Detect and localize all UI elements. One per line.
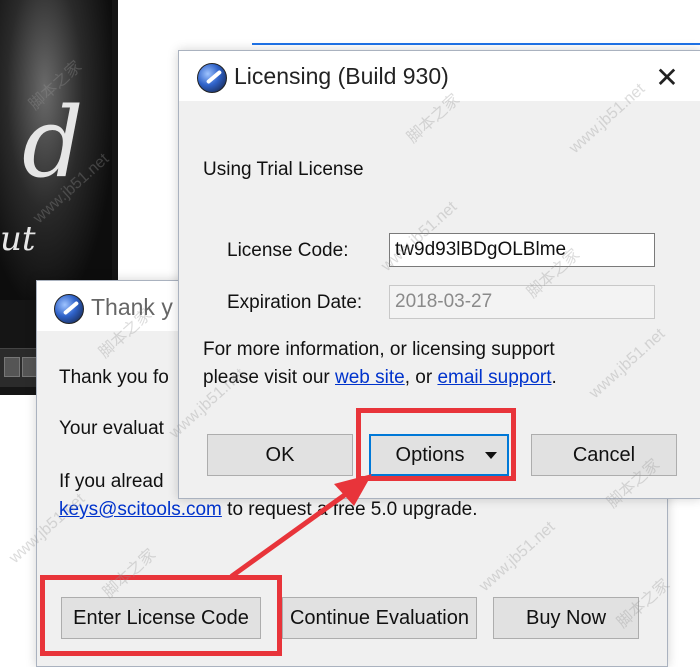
info-line-2: please visit our web site, or email supp… — [203, 367, 557, 389]
thank-you-title: Thank y — [91, 294, 173, 320]
options-button-label: Options — [395, 444, 465, 466]
cancel-button[interactable]: Cancel — [531, 434, 677, 476]
web-site-link[interactable]: web site — [335, 367, 405, 388]
close-icon[interactable]: ✕ — [647, 63, 687, 93]
app-logo-icon — [197, 63, 227, 93]
thank-you-line-1: Thank you fo — [59, 367, 169, 388]
thank-you-line-3: If you alread — [59, 471, 164, 492]
keys-email-link[interactable]: keys@scitools.com — [59, 499, 222, 520]
background-window-edge — [252, 43, 700, 45]
background-art-text: ut — [0, 219, 36, 259]
expiration-date-field — [389, 285, 655, 319]
enter-license-code-button[interactable]: Enter License Code — [61, 597, 261, 639]
license-code-input[interactable] — [389, 233, 655, 267]
chevron-down-icon — [485, 452, 497, 459]
thank-you-line-2: Your evaluat — [59, 418, 164, 439]
licensing-dialog: Licensing (Build 930) ✕ Using Trial Lice… — [178, 50, 700, 499]
ok-button[interactable]: OK — [207, 434, 353, 476]
info-line-2-prefix: please visit our — [203, 367, 336, 388]
buy-now-button[interactable]: Buy Now — [493, 597, 639, 639]
expiration-date-label: Expiration Date: — [227, 292, 363, 313]
toolbar-button[interactable] — [4, 357, 20, 377]
info-line-2-end: . — [551, 367, 557, 388]
thank-you-line-4: keys@scitools.com to request a free 5.0 … — [59, 499, 478, 521]
license-status-text: Using Trial License — [203, 159, 364, 180]
continue-evaluation-button[interactable]: Continue Evaluation — [282, 597, 477, 639]
options-dropdown-button[interactable]: Options — [369, 434, 509, 476]
license-code-label: License Code: — [227, 240, 349, 261]
licensing-title: Licensing (Build 930) — [234, 63, 449, 89]
info-line-1: For more information, or licensing suppo… — [203, 339, 555, 360]
licensing-titlebar[interactable]: Licensing (Build 930) ✕ — [179, 51, 700, 101]
app-logo-icon — [54, 294, 84, 324]
thank-you-line-4-text: to request a free 5.0 upgrade. — [221, 499, 478, 520]
email-support-link[interactable]: email support — [437, 367, 551, 388]
info-line-2-mid: , or — [404, 367, 438, 388]
background-art-glyph: d — [22, 87, 84, 199]
